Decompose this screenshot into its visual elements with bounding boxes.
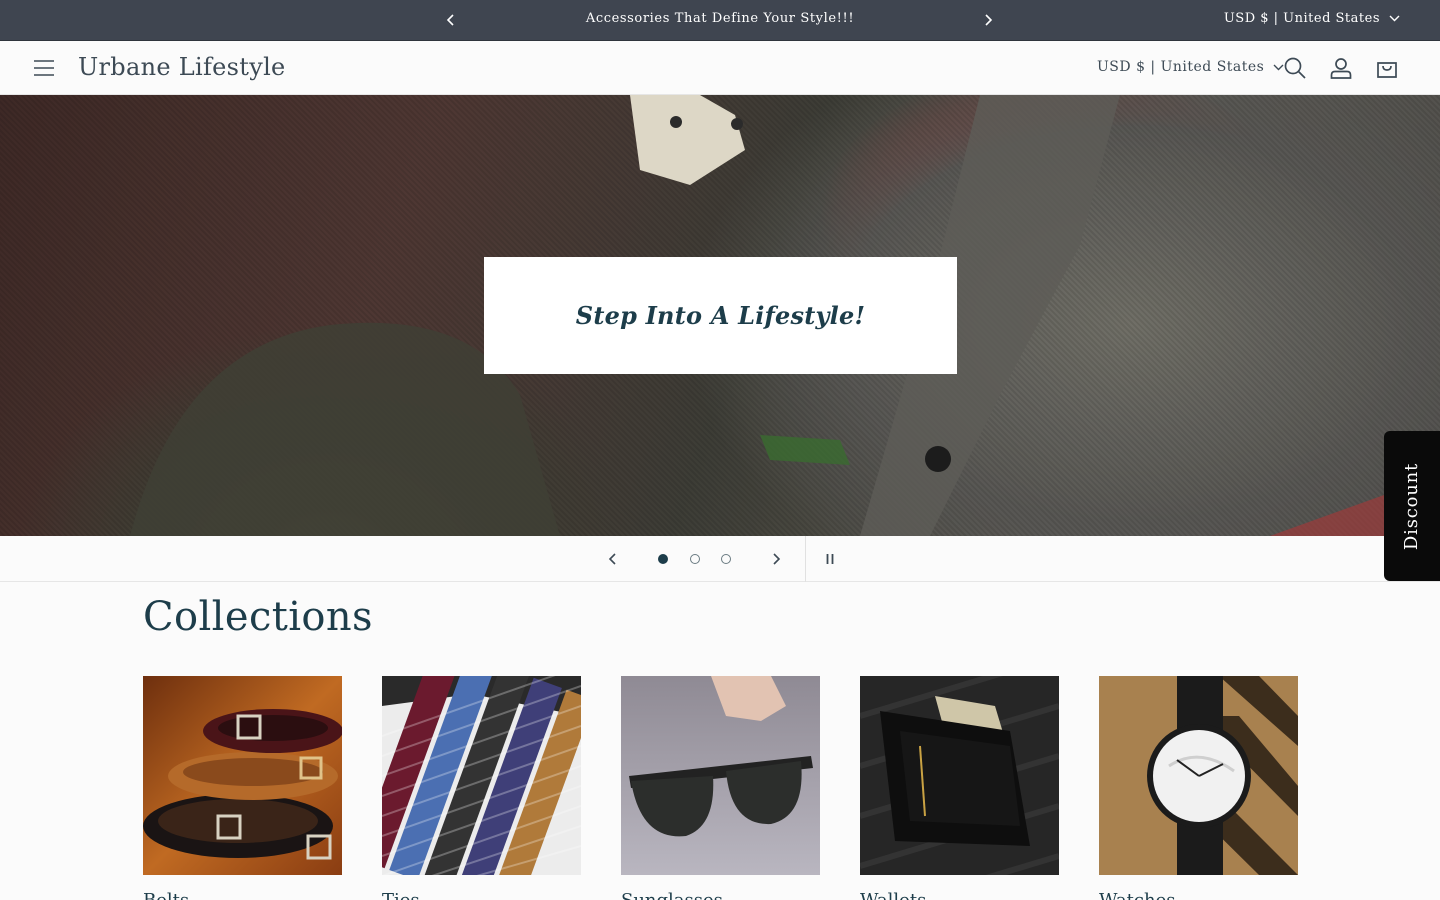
hero-caption-box: Step Into A Lifestyle! — [484, 257, 957, 374]
announcement-locale-label: USD $ | United States — [1223, 11, 1380, 26]
slide-next-button[interactable] — [766, 549, 786, 569]
collection-card-sunglasses[interactable] — [621, 676, 820, 875]
collections-heading: Collections — [143, 594, 373, 640]
slide-dot-2[interactable] — [690, 554, 700, 564]
cart-button[interactable] — [1374, 55, 1400, 81]
watches-image — [1099, 676, 1298, 875]
brand-logo[interactable]: Urbane Lifestyle — [78, 53, 286, 81]
belts-image — [143, 676, 342, 875]
slide-pause-button[interactable] — [820, 549, 840, 569]
discount-tab-label: Discount — [1401, 462, 1423, 550]
announcement-locale-selector[interactable]: USD $ | United States — [1224, 11, 1400, 26]
collection-card-watches[interactable] — [1099, 676, 1298, 875]
header-locale-label: USD $ | United States — [1097, 59, 1265, 75]
collection-label-belts[interactable]: Belts — [143, 890, 342, 900]
hero-caption-heading: Step Into A Lifestyle! — [575, 301, 866, 330]
collection-card-ties[interactable] — [382, 676, 581, 875]
cart-bag-icon — [1377, 62, 1397, 78]
discount-tab[interactable]: Discount — [1384, 431, 1440, 581]
collection-label-wallets[interactable]: Wallets — [860, 890, 1059, 900]
account-icon — [1330, 58, 1352, 79]
header-locale-selector[interactable]: USD $ | United States — [1097, 59, 1284, 75]
hamburger-menu-icon — [34, 60, 54, 76]
menu-button[interactable] — [32, 56, 56, 80]
announcement-message: Accessories That Define Your Style!!! — [585, 11, 855, 26]
collection-label-watches[interactable]: Watches — [1099, 890, 1298, 900]
collection-label-ties[interactable]: Ties — [382, 890, 581, 900]
slideshow-controls — [0, 536, 1440, 582]
account-button[interactable] — [1328, 55, 1354, 81]
announcement-bar: Accessories That Define Your Style!!! US… — [0, 0, 1440, 41]
site-header: Urbane Lifestyle USD $ | United States — [0, 41, 1440, 95]
chevron-left-icon — [608, 553, 616, 565]
slide-dot-3[interactable] — [721, 554, 731, 564]
collection-card-belts[interactable] — [143, 676, 342, 875]
slide-prev-button[interactable] — [603, 549, 623, 569]
pause-icon — [826, 554, 834, 564]
search-button[interactable] — [1282, 55, 1308, 81]
chevron-right-icon — [773, 553, 781, 565]
announcement-prev-button[interactable] — [441, 10, 461, 30]
sunglasses-image — [621, 676, 820, 875]
ties-image — [382, 676, 581, 875]
search-icon — [1284, 57, 1306, 79]
collection-label-sunglasses[interactable]: Sunglasses — [621, 890, 820, 900]
slide-dot-1[interactable] — [658, 554, 668, 564]
chevron-right-icon — [985, 14, 993, 26]
hero-slideshow: Step Into A Lifestyle! — [0, 95, 1440, 536]
wallets-image — [860, 676, 1059, 875]
chevron-left-icon — [446, 14, 454, 26]
controls-divider — [805, 536, 806, 582]
announcement-next-button[interactable] — [978, 10, 998, 30]
chevron-down-icon — [1389, 15, 1400, 22]
collection-card-wallets[interactable] — [860, 676, 1059, 875]
